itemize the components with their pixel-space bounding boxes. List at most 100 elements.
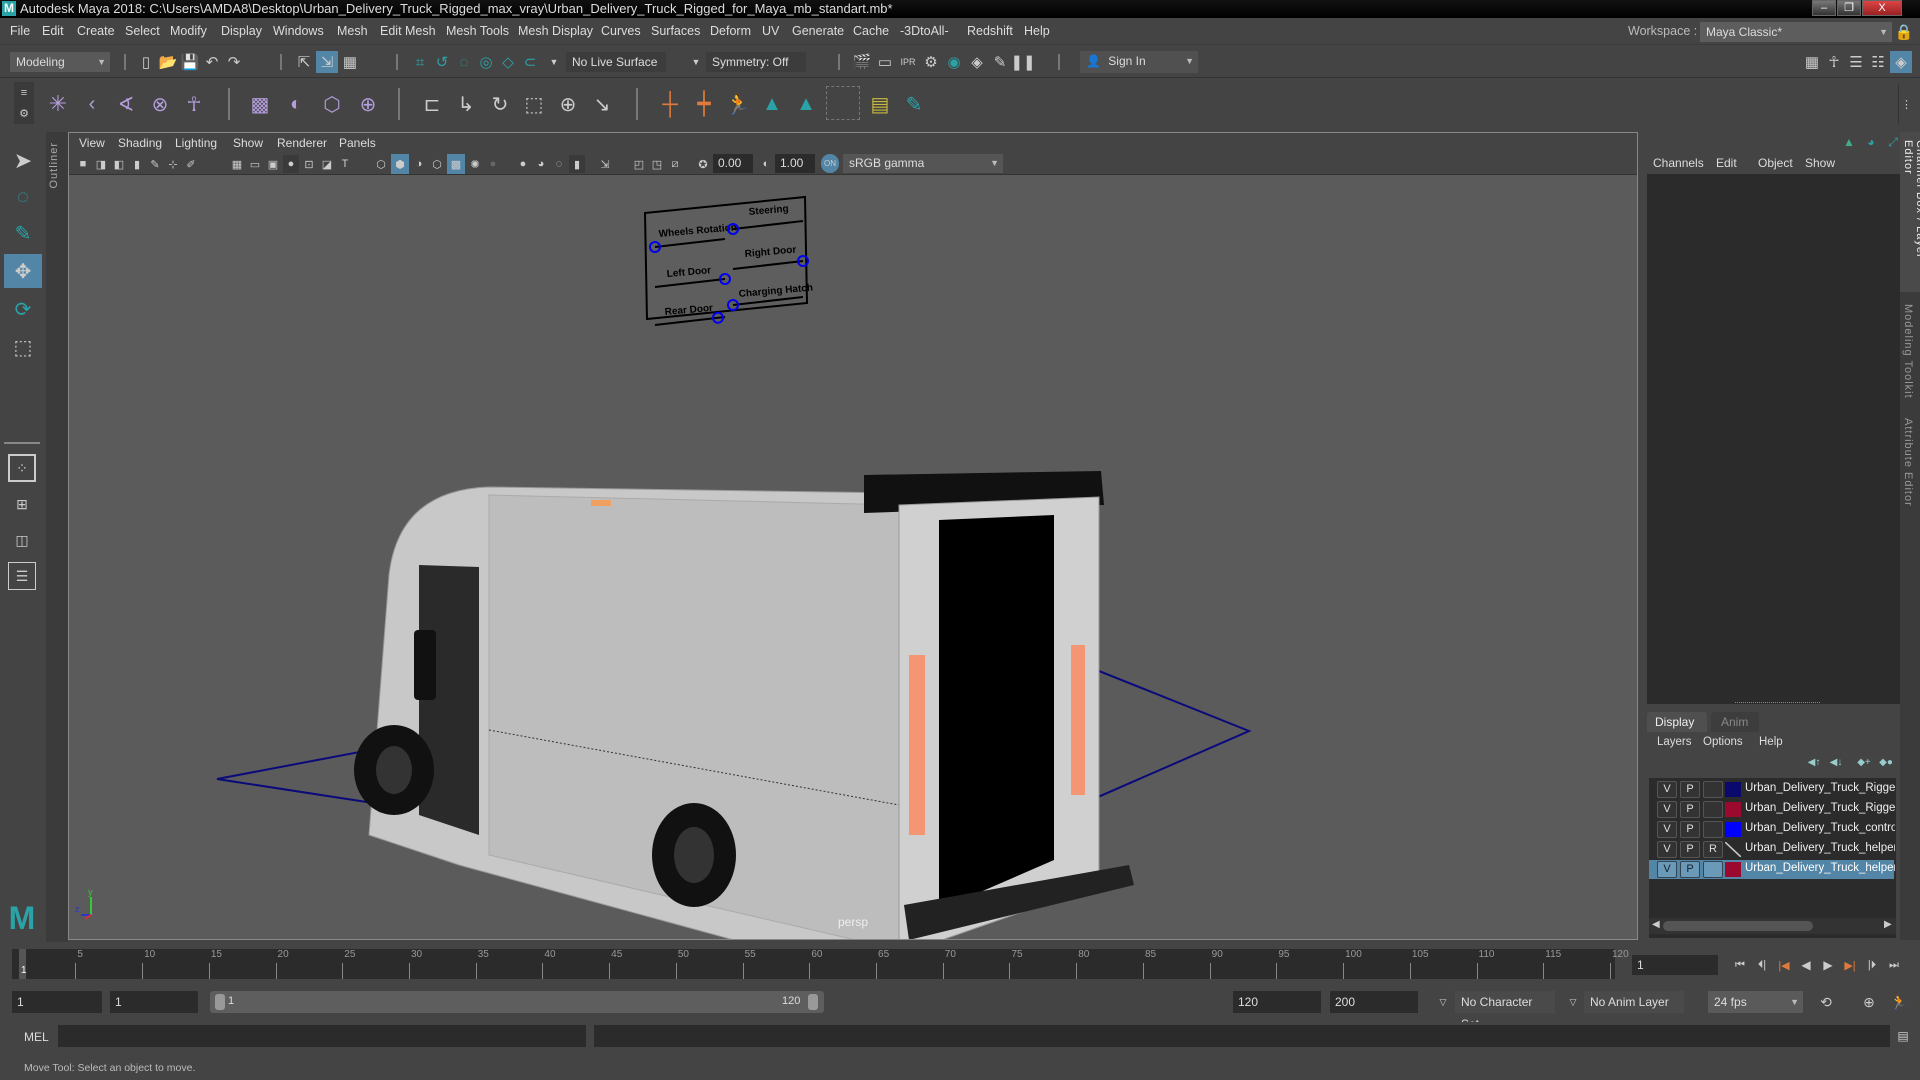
toggle-modeling-toolkit-icon[interactable]: ▦ <box>1802 52 1822 72</box>
bind-skin-icon[interactable]: ⊗ <box>146 90 174 118</box>
menu-uv[interactable]: UV <box>762 24 779 38</box>
layer-color-swatch[interactable] <box>1725 822 1741 837</box>
channel-show-menu[interactable]: Show <box>1805 156 1835 170</box>
gamma-field[interactable]: 1.00 <box>775 154 815 173</box>
camera-attributes-icon[interactable]: ◨ <box>93 155 109 173</box>
layer-color-swatch[interactable] <box>1725 862 1741 877</box>
channel-box-toggle-icon[interactable]: ▲ <box>1841 134 1857 150</box>
channels-menu[interactable]: Channels <box>1653 156 1704 170</box>
menu-cache[interactable]: Cache <box>853 24 889 38</box>
render-setup-icon[interactable]: ◈ <box>967 52 987 72</box>
shadows-icon[interactable]: ● <box>485 155 501 173</box>
humanik-icon[interactable]: ☥ <box>180 90 208 118</box>
depth-of-field-icon[interactable]: ▮ <box>569 155 585 173</box>
set-key-icon[interactable]: ┼ <box>656 90 684 118</box>
blend-shape-icon[interactable]: ◐ <box>282 90 310 118</box>
motion-blur-icon[interactable]: ◕ <box>533 155 549 173</box>
symmetry-field[interactable]: Symmetry: Off <box>706 52 806 72</box>
isolate-select-icon[interactable]: ⇲ <box>597 155 613 173</box>
menu-deform[interactable]: Deform <box>710 24 751 38</box>
safe-title-icon[interactable]: T <box>337 155 353 173</box>
chevron-down-icon[interactable]: ▼ <box>690 52 702 72</box>
parent-constraint-icon[interactable]: ⊏ <box>418 90 446 118</box>
anim-layer-field[interactable]: No Anim Layer <box>1584 991 1684 1013</box>
tab-anim[interactable]: Anim <box>1711 712 1759 732</box>
layer-row[interactable]: V P Urban_Delivery_Truck_Rigged_ <box>1649 800 1895 819</box>
menu-display[interactable]: Display <box>221 24 262 38</box>
open-scene-icon[interactable]: 📂 <box>158 52 178 72</box>
layer-row[interactable]: V P Urban_Delivery_Truck_Rigged_ <box>1649 780 1895 799</box>
menu-modify[interactable]: Modify <box>170 24 207 38</box>
scale-constraint-icon[interactable]: ⬚ <box>520 90 548 118</box>
command-language-toggle[interactable]: MEL <box>24 1030 49 1044</box>
menu-redshift[interactable]: Redshift <box>967 24 1013 38</box>
viewport-menu-view[interactable]: View <box>79 136 105 150</box>
menu-windows[interactable]: Windows <box>273 24 324 38</box>
minimize-button[interactable]: – <box>1812 0 1836 16</box>
snap-surface-icon[interactable]: ◇ <box>498 52 518 72</box>
playback-end-field[interactable]: 120 <box>1233 991 1321 1013</box>
layer-visibility-toggle[interactable]: V <box>1657 801 1677 818</box>
character-set-field[interactable]: No Character Set <box>1455 991 1555 1031</box>
exposure-field[interactable]: 0.00 <box>713 154 753 173</box>
range-end-handle[interactable] <box>808 994 818 1010</box>
layer-list-scrollbar[interactable]: ◀ ▶ <box>1649 918 1896 934</box>
set-driven-key-icon[interactable]: ┿ <box>690 90 718 118</box>
quick-rig-icon[interactable]: ▲ <box>758 90 786 118</box>
go-to-start-icon[interactable]: ⏮ <box>1730 955 1750 975</box>
viewport-menu-panels[interactable]: Panels <box>339 136 376 150</box>
rotate-tool-icon[interactable]: ⟳ <box>8 294 38 324</box>
animation-preferences-icon[interactable]: 🏃 <box>1888 991 1910 1013</box>
menu-mesh-tools[interactable]: Mesh Tools <box>446 24 509 38</box>
menu-file[interactable]: File <box>10 24 30 38</box>
point-constraint-icon[interactable]: ↳ <box>452 90 480 118</box>
layer-visibility-toggle[interactable]: V <box>1657 861 1677 878</box>
pole-vector-constraint-icon[interactable]: ↘ <box>588 90 616 118</box>
select-tool-icon[interactable]: ➤ <box>8 146 38 176</box>
move-tool-icon[interactable]: ✥ <box>4 254 42 288</box>
menu-surfaces[interactable]: Surfaces <box>651 24 700 38</box>
grease-pencil-icon[interactable]: ✎ <box>147 155 163 173</box>
draw-icon[interactable]: ✐ <box>183 155 199 173</box>
fps-dropdown[interactable]: 24 fps ▼ <box>1708 991 1803 1013</box>
play-backwards-icon[interactable]: ◀ <box>1796 955 1816 975</box>
save-scene-icon[interactable]: 💾 <box>180 52 200 72</box>
shelf-options-icon[interactable]: ⋮ <box>1898 84 1914 124</box>
lattice-icon[interactable]: ⬡ <box>318 90 346 118</box>
select-by-object-icon[interactable]: ⇲ <box>316 51 338 73</box>
scene-canvas[interactable]: Wheels Rotation Steering Left Door Right… <box>69 175 1637 939</box>
resolution-gate-icon[interactable]: ▣ <box>265 155 281 173</box>
use-all-lights-icon[interactable]: ✺ <box>467 155 483 173</box>
layer-display-type-toggle[interactable] <box>1703 821 1723 838</box>
menuset-dropdown[interactable]: Modeling ▼ <box>10 52 110 72</box>
snap-live-icon[interactable]: ⊂ <box>520 52 540 72</box>
wireframe-on-shaded-icon[interactable]: ⬡ <box>429 155 445 173</box>
layer-color-swatch[interactable] <box>1725 842 1741 857</box>
close-button[interactable]: X <box>1862 0 1902 16</box>
single-perspective-layout-icon[interactable]: ⁘ <box>8 454 36 482</box>
toggle-attribute-editor-icon[interactable]: ☰ <box>1846 52 1866 72</box>
humanik-rig-icon[interactable]: ▲ <box>792 90 820 118</box>
layer-playback-toggle[interactable]: P <box>1680 841 1700 858</box>
current-frame-field[interactable]: 1 <box>1632 955 1718 975</box>
layer-display-type-toggle[interactable] <box>1703 781 1723 798</box>
light-editor-icon[interactable]: ✎ <box>990 52 1010 72</box>
layer-color-swatch[interactable] <box>1725 782 1741 797</box>
select-by-hierarchy-icon[interactable]: ⇱ <box>294 52 314 72</box>
outliner-layout-icon[interactable]: ☰ <box>8 562 36 590</box>
xray-active-icon[interactable]: ◳ <box>649 155 665 173</box>
viewport-persp[interactable]: View Shading Lighting Show Renderer Pane… <box>68 132 1638 940</box>
hold-layer-icon[interactable]: ▤ <box>866 90 894 118</box>
live-surface-field[interactable]: No Live Surface <box>566 52 666 72</box>
tab-display[interactable]: Display <box>1647 712 1707 732</box>
layer-color-swatch[interactable] <box>1725 802 1741 817</box>
scroll-right-icon[interactable]: ▶ <box>1884 919 1892 930</box>
layer-playback-toggle[interactable]: P <box>1680 781 1700 798</box>
layers-menu[interactable]: Layers <box>1657 736 1692 748</box>
toggle-tool-settings-icon[interactable]: ☷ <box>1868 52 1888 72</box>
2d-pan-zoom-icon[interactable]: ⊹ <box>165 155 181 173</box>
layer-visibility-toggle[interactable]: V <box>1657 781 1677 798</box>
scroll-left-icon[interactable]: ◀ <box>1652 919 1660 930</box>
step-forward-frame-icon[interactable]: |⏵ <box>1862 955 1882 975</box>
command-input[interactable] <box>58 1025 586 1047</box>
